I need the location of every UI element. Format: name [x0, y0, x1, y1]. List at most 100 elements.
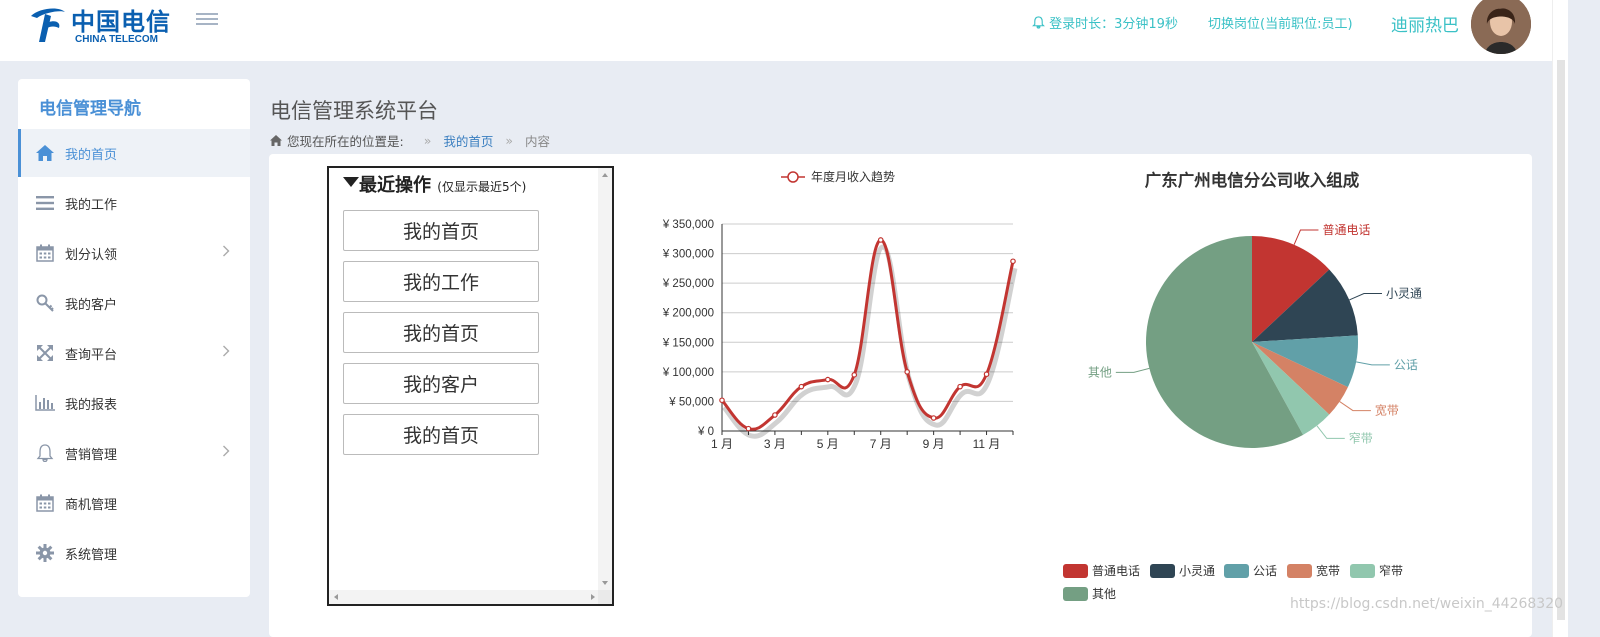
data-point[interactable]: [719, 397, 725, 404]
sidebar-item-5[interactable]: 查询平台: [18, 329, 250, 377]
key-icon: [35, 293, 55, 313]
menu-bar: [196, 13, 218, 15]
bell-icon: [35, 443, 55, 463]
calendar-icon: [35, 243, 55, 263]
scroll-left-icon[interactable]: [329, 590, 343, 604]
data-point[interactable]: [825, 376, 831, 383]
recent-operations-note: (仅显示最近5个): [437, 180, 527, 194]
legend-label: 小灵通: [1179, 564, 1215, 578]
legend-label: 宽带: [1316, 563, 1340, 578]
sidebar-item-2[interactable]: 我的工作: [18, 179, 250, 227]
data-point[interactable]: [772, 412, 778, 418]
x-tick-label: 1 月: [711, 437, 733, 451]
legend-circle-marker: [787, 171, 799, 183]
login-duration: 登录时长：3分钟19秒: [1032, 13, 1178, 32]
scrollbar-corner: [598, 590, 612, 604]
scroll-down-icon[interactable]: [598, 576, 612, 590]
breadcrumb: 您现在所在的位置是: » 我的首页 » 内容: [270, 131, 550, 150]
caret-down-icon: [343, 177, 359, 187]
pie-legend-item[interactable]: 宽带: [1287, 563, 1340, 578]
gear-icon: [35, 543, 55, 563]
bell-icon: [1032, 16, 1045, 29]
pie-label-line: [1356, 361, 1390, 366]
data-point[interactable]: [745, 425, 752, 432]
menu-bar: [196, 23, 218, 25]
x-tick-label: 11 月: [973, 437, 1001, 451]
home-icon: [270, 135, 282, 146]
pie-legend-item[interactable]: 普通电话: [1063, 564, 1140, 578]
x-tick-label: 7 月: [870, 437, 892, 451]
scroll-up-icon[interactable]: [598, 168, 612, 182]
switch-role-link[interactable]: 切换岗位(当前职位:员工): [1208, 13, 1353, 32]
logo-english-text: CHINA TELECOM: [75, 34, 158, 45]
legend-swatch: [1063, 587, 1088, 601]
avatar[interactable]: [1471, 0, 1531, 54]
page-scrollbar-thumb[interactable]: [1557, 60, 1565, 620]
pie-slice-label: 窄带: [1349, 430, 1373, 445]
legend-label: 年度月收入趋势: [811, 169, 895, 184]
data-point[interactable]: [877, 237, 884, 243]
menu-toggle-button[interactable]: [196, 13, 218, 31]
data-point[interactable]: [983, 371, 990, 378]
home-icon: [35, 143, 55, 163]
pie-slice-label: 小灵通: [1386, 287, 1422, 301]
sidebar-item-label: 我的报表: [65, 397, 118, 413]
sidebar-item-6[interactable]: 我的报表: [18, 379, 250, 427]
legend-swatch: [1224, 564, 1249, 578]
sidebar-item-3[interactable]: 划分认领: [18, 229, 250, 277]
pie-legend-item[interactable]: 小灵通: [1150, 564, 1215, 578]
breadcrumb-link-home[interactable]: 我的首页: [443, 131, 493, 150]
recent-operation-button[interactable]: 我的首页: [343, 210, 539, 251]
data-point[interactable]: [851, 372, 858, 378]
recent-operation-button[interactable]: 我的首页: [343, 312, 539, 353]
breadcrumb-current: 内容: [525, 134, 551, 149]
user-name[interactable]: 迪丽热巴: [1391, 11, 1459, 36]
china-telecom-logo[interactable]: 中国电信 CHINA TELECOM: [25, 2, 175, 46]
pie-legend-item[interactable]: 窄带: [1350, 563, 1403, 578]
page-title: 电信管理系统平台: [270, 99, 438, 123]
data-point[interactable]: [798, 383, 805, 390]
calendar-icon: [35, 493, 55, 513]
page-scrollbar[interactable]: [1552, 0, 1568, 637]
recent-operation-button[interactable]: 我的首页: [343, 414, 539, 455]
pie-label-line: [1339, 401, 1371, 412]
sidebar-item-1[interactable]: 我的首页: [18, 129, 250, 177]
sidebar-item-8[interactable]: 商机管理: [18, 479, 250, 527]
sidebar-item-7[interactable]: 营销管理: [18, 429, 250, 477]
sidebar-item-label: 系统管理: [65, 547, 118, 563]
data-point[interactable]: [957, 383, 963, 390]
data-point[interactable]: [904, 369, 910, 375]
x-tick-label: 9 月: [923, 437, 945, 451]
watermark-text: https://blog.csdn.net/weixin_44268320: [1290, 596, 1564, 612]
pie-legend-item[interactable]: 其他: [1063, 587, 1116, 601]
pie-slice-label: 其他: [1088, 365, 1112, 379]
pie-slice-label: 宽带: [1375, 403, 1399, 418]
menu-bar: [196, 18, 218, 20]
sidebar-item-9[interactable]: 系统管理: [18, 529, 250, 577]
chevron-right-icon: [222, 245, 230, 261]
legend-swatch: [1350, 564, 1375, 578]
sidebar-item-4[interactable]: 我的客户: [18, 279, 250, 327]
line-legend[interactable]: 年度月收入趋势: [781, 169, 895, 184]
y-tick-label: ¥ 300,000: [662, 249, 714, 261]
sidebar-title: 电信管理导航: [39, 99, 141, 119]
sidebar-item-label: 我的工作: [65, 197, 118, 213]
avatar-image: [1471, 0, 1531, 54]
breadcrumb-prefix: 您现在所在的位置是:: [287, 134, 404, 149]
y-tick-label: ¥ 100,000: [662, 367, 714, 379]
bar-chart-icon: [35, 393, 55, 413]
data-point[interactable]: [930, 415, 937, 421]
recent-operations-header[interactable]: 最近操作 (仅显示最近5个): [343, 171, 526, 197]
pie-label-line: [1316, 425, 1345, 439]
sidebar-item-label: 营销管理: [65, 447, 118, 463]
pie-legend-item[interactable]: 公话: [1224, 564, 1277, 578]
legend-label: 其他: [1092, 587, 1116, 601]
recent-horizontal-scrollbar[interactable]: [329, 590, 600, 604]
list-icon: [35, 193, 55, 213]
recent-operation-button[interactable]: 我的工作: [343, 261, 539, 302]
data-point[interactable]: [1010, 258, 1016, 265]
expand-icon: [35, 343, 55, 363]
pie-label-line: [1349, 293, 1382, 301]
recent-vertical-scrollbar[interactable]: [598, 168, 612, 590]
recent-operation-button[interactable]: 我的客户: [343, 363, 539, 404]
